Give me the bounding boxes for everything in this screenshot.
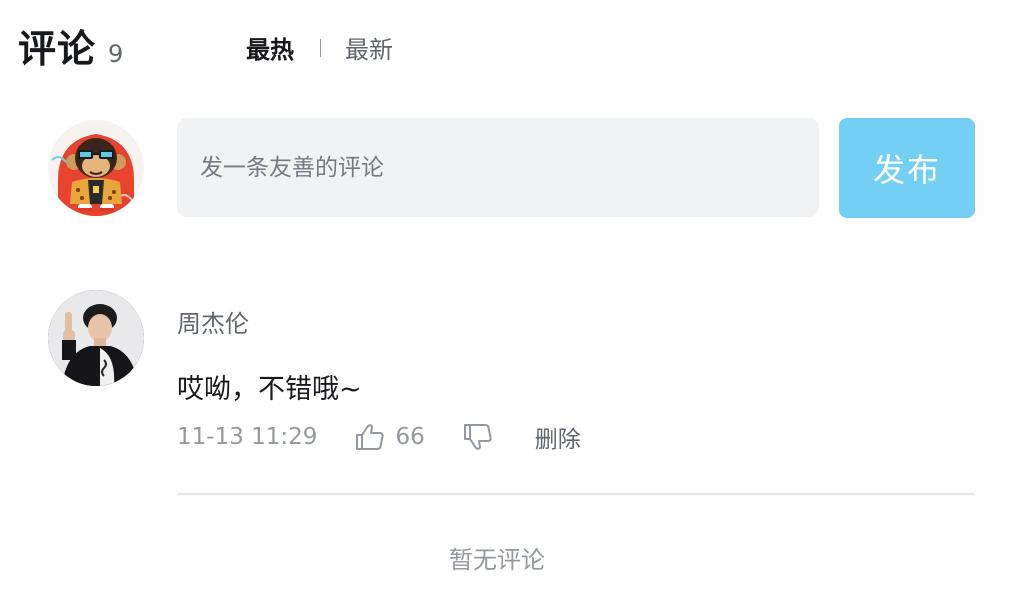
dislike-button[interactable] [463,423,493,451]
no-more-comments-text: 暂无评论 [449,546,545,574]
sort-tabs: 最热 最新 [246,30,393,65]
sort-new-tab[interactable]: 最新 [345,30,393,65]
current-user-avatar[interactable] [48,120,144,216]
comment-user-avatar[interactable] [48,290,144,386]
comment-info: 11-13 11:29 66 删除 [177,420,581,454]
comment-section: 评论 9 最热 最新 发一条友善的评论 发布 周杰伦 哎呦，不错哦~ 11-13… [0,0,1014,590]
like-button[interactable]: 66 [355,423,462,451]
reply-box: 发布 [48,118,975,218]
comment-title: 评论 [18,27,97,71]
comment-username[interactable]: 周杰伦 [177,304,249,339]
sort-hot-tab[interactable]: 最热 [246,30,294,65]
comment-input-wrapper [177,118,819,217]
comment-input[interactable] [178,119,818,216]
comment-divider [177,493,975,495]
thumbs-up-icon [356,424,385,450]
user-photo-icon [48,290,144,386]
publish-button[interactable]: 发布 [839,118,975,218]
delete-button[interactable]: 删除 [535,420,581,454]
comment-time: 11-13 11:29 [177,424,318,450]
thumbs-down-icon [463,424,492,450]
monkey-avatar-icon [48,120,144,216]
comment-header: 评论 9 [18,18,123,74]
sort-divider [320,38,321,57]
like-count: 66 [395,424,425,450]
comment-content: 哎呦，不错哦~ [177,374,362,405]
comment-count: 9 [108,40,124,68]
